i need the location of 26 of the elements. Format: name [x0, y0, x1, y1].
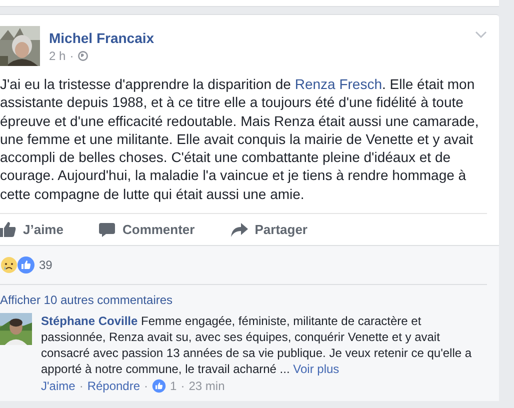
- like-reaction-icon: [152, 379, 166, 394]
- reply-link[interactable]: Répondre: [87, 379, 140, 394]
- like-button[interactable]: J’aime: [0, 222, 64, 238]
- globe-icon: [78, 51, 88, 61]
- separator-dot: ·: [79, 379, 84, 394]
- chevron-down-icon[interactable]: [475, 31, 487, 38]
- share-button[interactable]: Partager: [230, 222, 308, 238]
- like-link[interactable]: J'aime: [41, 379, 76, 394]
- comment-text: Stéphane Coville Femme engagée, féministe, militante de caractère et passionnée, Renza avait su, avec ses équipes, conquérir Venette et y avait consacré avec passion 13 années de sa vie publique. Je veux retenir ce qu'elle a apporté à notre commune, le travail acharné ... Voir plus: [41, 313, 473, 378]
- thumbs-up-icon: [0, 222, 16, 238]
- like-reaction-icon: [17, 256, 35, 274]
- separator-dot: ·: [144, 379, 148, 394]
- separator-dot: ·: [70, 49, 74, 63]
- see-more-link[interactable]: Voir plus: [293, 362, 340, 376]
- speech-bubble-icon: [99, 222, 116, 238]
- separator-dot: ·: [180, 379, 185, 394]
- post-text: J'ai eu la tristesse d'apprendre la disparition de Renza Fresch. Elle était mon assistante depuis 1988, et à ce titre elle a toujours été d'une fidélité à toute épreuve et d'une efficacité redoutable. Mais Renza était aussi une camarade, une femme et une militante. Elle avait conquis la mairie de Venette et y avait accompli de belles choses. C'était une combattante pleine d'idéaux et de courage. Aujourd'hui, la maladie l'a vaincue et je tiens à rendre hommage à cette compagne de lutte qui était aussi une amie.: [0, 75, 480, 204]
- sad-face-icon: [0, 256, 18, 274]
- comment-button[interactable]: Commenter: [99, 222, 195, 238]
- commenter-name[interactable]: Stéphane Coville: [41, 314, 138, 328]
- mention-link[interactable]: Renza Fresch: [294, 76, 382, 92]
- share-arrow-icon: [230, 222, 248, 237]
- post-time[interactable]: 2 h: [49, 49, 66, 63]
- author-name[interactable]: Michel Francaix: [49, 30, 154, 46]
- reaction-count[interactable]: 39: [39, 258, 52, 272]
- more-comments-link[interactable]: Afficher 10 autres commentaires: [0, 293, 173, 308]
